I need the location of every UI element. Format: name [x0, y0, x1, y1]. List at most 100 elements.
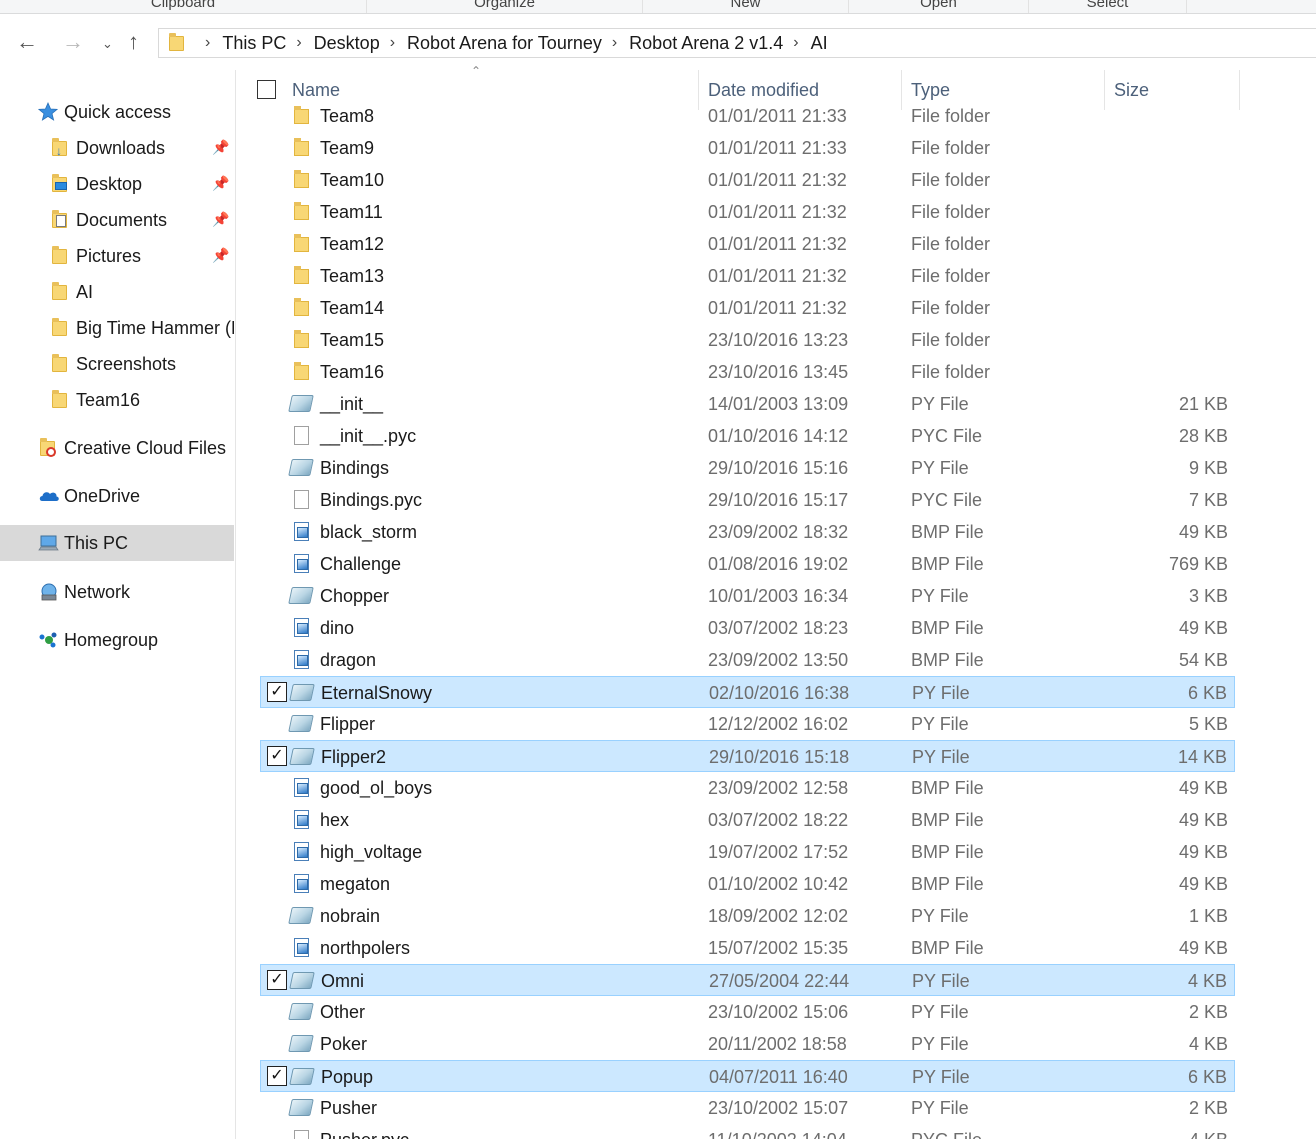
breadcrumb-separator-icon[interactable]: ›	[793, 34, 798, 52]
up-arrow-icon[interactable]: ↑	[128, 30, 139, 54]
file-row[interactable]: megaton 01/10/2002 10:42 BMP File 49 KB	[260, 868, 1235, 900]
file-row[interactable]: Team11 01/01/2011 21:32 File folder	[260, 196, 1235, 228]
file-row[interactable]: ✓ Flipper2 29/10/2016 15:18 PY File 14 KB	[260, 740, 1235, 772]
bitmap-image-icon	[290, 522, 312, 542]
file-row[interactable]: ✓ Omni 27/05/2004 22:44 PY File 4 KB	[260, 964, 1235, 996]
file-row[interactable]: Team8 01/01/2011 21:33 File folder	[260, 100, 1235, 132]
file-size: 6 KB	[1187, 1067, 1227, 1087]
sidebar-item-this-pc[interactable]: This PC	[0, 525, 234, 561]
select-all-checkbox[interactable]	[257, 80, 276, 99]
file-row[interactable]: Team16 23/10/2016 13:45 File folder	[260, 356, 1235, 388]
file-row[interactable]: dragon 23/09/2002 13:50 BMP File 54 KB	[260, 644, 1235, 676]
file-row[interactable]: Team12 01/01/2011 21:32 File folder	[260, 228, 1235, 260]
recent-locations-chevron-icon[interactable]: ⌄	[102, 32, 113, 56]
file-row[interactable]: dino 03/07/2002 18:23 BMP File 49 KB	[260, 612, 1235, 644]
file-row[interactable]: Poker 20/11/2002 18:58 PY File 4 KB	[260, 1028, 1235, 1060]
file-row[interactable]: Team15 23/10/2016 13:23 File folder	[260, 324, 1235, 356]
column-divider[interactable]	[1239, 70, 1240, 110]
file-type: File folder	[911, 202, 991, 222]
folder-icon	[50, 390, 70, 410]
sidebar-item-label: Documents	[76, 209, 168, 230]
file-row[interactable]: Pusher 23/10/2002 15:07 PY File 2 KB	[260, 1092, 1235, 1124]
file-date-modified: 23/09/2002 13:50	[708, 650, 849, 670]
file-size: 3 KB	[1188, 586, 1228, 606]
breadcrumb-separator-icon[interactable]: ›	[612, 34, 617, 52]
file-date-modified: 01/01/2011 21:33	[708, 138, 847, 158]
file-row[interactable]: Bindings.pyc 29/10/2016 15:17 PYC File 7 KB	[260, 484, 1235, 516]
column-header-name[interactable]: Name	[292, 80, 340, 101]
file-row[interactable]: __init__ 14/01/2003 13:09 PY File 21 KB	[260, 388, 1235, 420]
address-bar[interactable]: › This PC › Desktop › Robot Arena for To…	[158, 28, 1316, 58]
breadcrumb-separator-icon[interactable]: ›	[205, 34, 210, 52]
folder-icon	[50, 282, 70, 302]
breadcrumb-ai[interactable]: AI	[811, 33, 828, 54]
sidebar-item-quick-access[interactable]: Quick access	[38, 94, 171, 130]
file-row[interactable]: ✓ EternalSnowy 02/10/2016 16:38 PY File 6 KB	[260, 676, 1235, 708]
sidebar-item-label: AI	[76, 281, 94, 302]
row-checkbox-checked[interactable]: ✓	[267, 682, 287, 702]
file-row[interactable]: good_ol_boys 23/09/2002 12:58 BMP File 49 K…	[260, 772, 1235, 804]
file-type: BMP File	[911, 938, 984, 958]
sidebar-item-homegroup[interactable]: Homegroup	[38, 622, 158, 658]
file-date-modified: 04/07/2011 16:40	[709, 1067, 848, 1087]
file-row[interactable]: Challenge 01/08/2016 19:02 BMP File 769 KB	[260, 548, 1235, 580]
pictures-folder-icon	[50, 246, 70, 266]
column-header-size[interactable]: Size	[1114, 80, 1149, 101]
sidebar-item-team16[interactable]: Team16	[50, 382, 236, 418]
sidebar-item-onedrive[interactable]: OneDrive	[38, 478, 140, 514]
sidebar-item-documents[interactable]: Documents 📌	[50, 202, 236, 238]
sidebar-item-downloads[interactable]: ↓ Downloads 📌	[50, 130, 236, 166]
row-checkbox-checked[interactable]: ✓	[267, 970, 287, 990]
pin-icon[interactable]: 📌	[212, 175, 229, 192]
file-date-modified: 12/12/2002 16:02	[708, 714, 849, 734]
breadcrumb-this-pc[interactable]: This PC	[222, 33, 286, 54]
pin-icon[interactable]: 📌	[212, 247, 229, 264]
back-arrow-icon[interactable]: ←	[16, 30, 38, 54]
file-row[interactable]: __init__.pyc 01/10/2016 14:12 PYC File 28 K…	[260, 420, 1235, 452]
forward-arrow-icon[interactable]: →	[62, 30, 84, 54]
file-name: Team10	[320, 170, 385, 190]
file-row[interactable]: Team9 01/01/2011 21:33 File folder	[260, 132, 1235, 164]
sidebar-item-big-time-hammer[interactable]: Big Time Hammer (F	[50, 310, 234, 346]
sidebar-item-desktop[interactable]: Desktop 📌	[50, 166, 236, 202]
row-checkbox-checked[interactable]: ✓	[267, 746, 287, 766]
file-row[interactable]: Flipper 12/12/2002 16:02 PY File 5 KB	[260, 708, 1235, 740]
file-row[interactable]: hex 03/07/2002 18:22 BMP File 49 KB	[260, 804, 1235, 836]
column-header-type[interactable]: Type	[911, 80, 950, 101]
file-row[interactable]: northpolers 15/07/2002 15:35 BMP File 49 KB	[260, 932, 1235, 964]
column-header-date-modified[interactable]: Date modified	[708, 80, 819, 101]
sidebar-item-pictures[interactable]: Pictures 📌	[50, 238, 236, 274]
breadcrumb-desktop[interactable]: Desktop	[314, 33, 380, 54]
file-row[interactable]: ✓ Popup 04/07/2011 16:40 PY File 6 KB	[260, 1060, 1235, 1092]
file-list: Team8 01/01/2011 21:33 File folder Team9 01/…	[260, 100, 1235, 1139]
breadcrumb-separator-icon[interactable]: ›	[296, 34, 301, 52]
pin-icon[interactable]: 📌	[212, 211, 229, 228]
pin-icon[interactable]: 📌	[212, 139, 229, 156]
file-name: Other	[320, 1002, 366, 1022]
file-row[interactable]: Team10 01/01/2011 21:32 File folder	[260, 164, 1235, 196]
file-row[interactable]: Team14 01/01/2011 21:32 File folder	[260, 292, 1235, 324]
file-row[interactable]: nobrain 18/09/2002 12:02 PY File 1 KB	[260, 900, 1235, 932]
file-row[interactable]: Chopper 10/01/2003 16:34 PY File 3 KB	[260, 580, 1235, 612]
file-type: File folder	[911, 266, 991, 286]
file-row[interactable]: Team13 01/01/2011 21:32 File folder	[260, 260, 1235, 292]
breadcrumb-robot-arena-2[interactable]: Robot Arena 2 v1.4	[629, 33, 783, 54]
file-row[interactable]: Bindings 29/10/2016 15:16 PY File 9 KB	[260, 452, 1235, 484]
python-file-icon	[289, 747, 315, 767]
breadcrumb-separator-icon[interactable]: ›	[390, 34, 395, 52]
file-name: Flipper2	[321, 747, 387, 767]
file-row[interactable]: Pusher.pyc 11/10/2002 14:04 PYC File 4 KB	[260, 1124, 1235, 1139]
file-row[interactable]: black_storm 23/09/2002 18:32 BMP File 49 KB	[260, 516, 1235, 548]
file-row[interactable]: high_voltage 19/07/2002 17:52 BMP File 49 K…	[260, 836, 1235, 868]
sidebar-item-ai[interactable]: AI	[50, 274, 236, 310]
row-checkbox-checked[interactable]: ✓	[267, 1066, 287, 1086]
file-type: BMP File	[911, 842, 984, 862]
file-type: File folder	[911, 330, 991, 350]
navigation-bar: ← → ⌄ ↑ › This PC › Desktop › Robot Aren…	[0, 14, 1316, 70]
file-size: 4 KB	[1187, 971, 1227, 991]
breadcrumb-robot-arena-for-tourney[interactable]: Robot Arena for Tourney	[407, 33, 602, 54]
sidebar-item-screenshots[interactable]: Screenshots	[50, 346, 236, 382]
sidebar-item-creative-cloud[interactable]: Creative Cloud Files	[38, 430, 226, 466]
sidebar-item-network[interactable]: Network	[38, 574, 130, 610]
file-row[interactable]: Other 23/10/2002 15:06 PY File 2 KB	[260, 996, 1235, 1028]
